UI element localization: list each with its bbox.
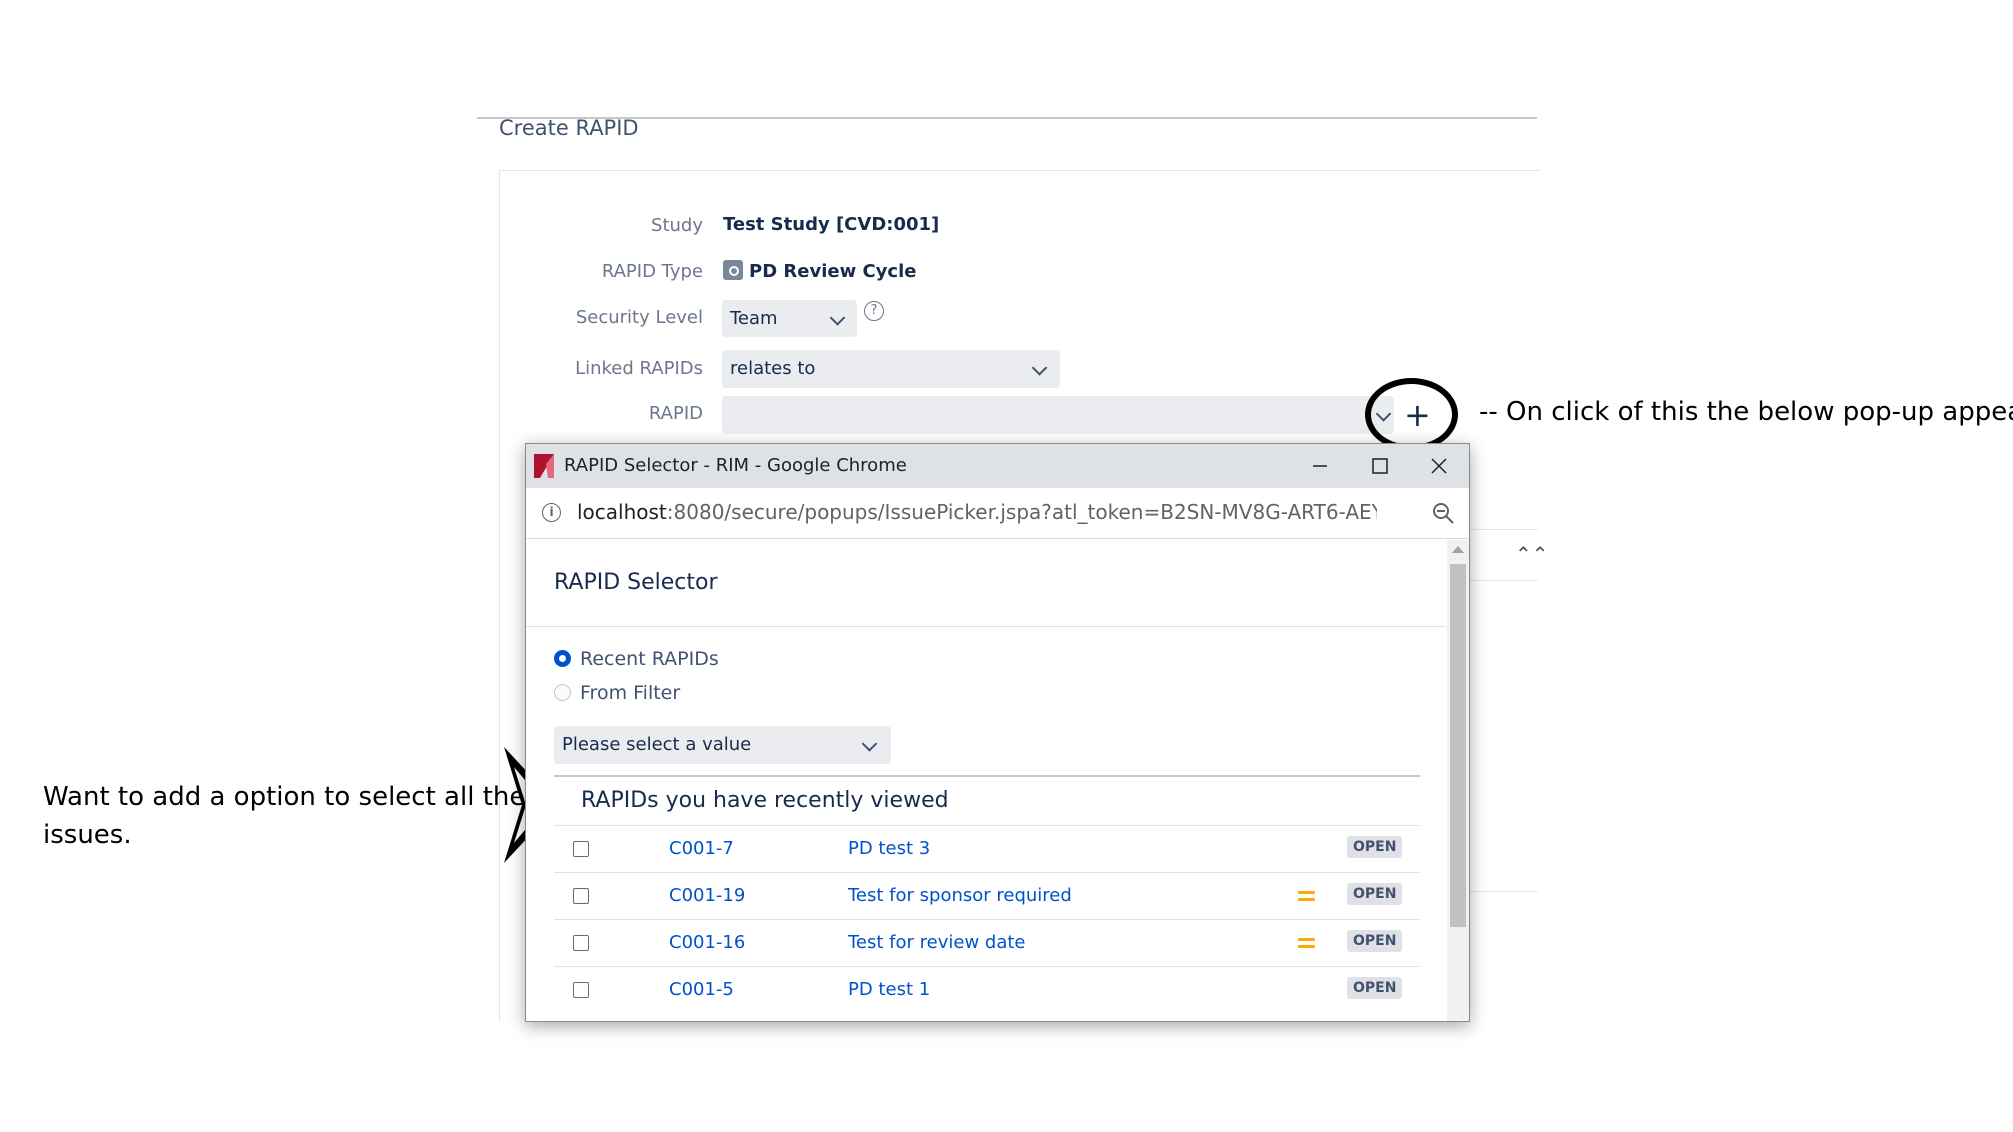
row-checkbox[interactable] bbox=[573, 888, 589, 904]
chevron-down-icon bbox=[1031, 360, 1048, 376]
row-checkbox[interactable] bbox=[573, 935, 589, 951]
table-row[interactable]: C001-19 Test for sponsor required OPEN bbox=[554, 872, 1420, 920]
pd-review-cycle-icon bbox=[723, 260, 743, 280]
minimize-icon bbox=[1313, 465, 1327, 467]
issue-summary-link[interactable]: PD test 3 bbox=[848, 838, 930, 859]
radio-recent-rapids[interactable]: Recent RAPIDs bbox=[554, 648, 719, 670]
radio-from-filter[interactable]: From Filter bbox=[554, 682, 680, 704]
status-badge: OPEN bbox=[1347, 836, 1403, 858]
address-bar[interactable]: i localhost:8080/secure/popups/IssuePick… bbox=[526, 488, 1469, 539]
linked-rapids-label: Linked RAPIDs bbox=[575, 358, 703, 379]
rapid-input[interactable] bbox=[722, 396, 1394, 434]
filter-select-value: Please select a value bbox=[562, 734, 752, 755]
close-icon bbox=[1431, 458, 1447, 474]
radio-selected-icon[interactable] bbox=[554, 650, 571, 667]
issue-key-link[interactable]: C001-16 bbox=[669, 932, 745, 953]
issue-key-link[interactable]: C001-7 bbox=[669, 838, 734, 859]
status-badge: OPEN bbox=[1347, 977, 1403, 999]
scrollbar-thumb[interactable] bbox=[1450, 564, 1466, 927]
scroll-up-icon[interactable] bbox=[1452, 546, 1464, 553]
study-label: Study bbox=[651, 215, 703, 236]
row-checkbox[interactable] bbox=[573, 982, 589, 998]
priority-medium-icon bbox=[1298, 891, 1315, 905]
recent-rapids-heading: RAPIDs you have recently viewed bbox=[581, 788, 949, 813]
security-level-select[interactable]: Team bbox=[722, 300, 857, 337]
issue-key-link[interactable]: C001-5 bbox=[669, 979, 734, 1000]
selector-title: RAPID Selector bbox=[554, 570, 718, 595]
zoom-out-icon[interactable] bbox=[1431, 501, 1455, 525]
issue-key-link[interactable]: C001-19 bbox=[669, 885, 745, 906]
filter-select[interactable]: Please select a value bbox=[554, 726, 891, 764]
selector-content: RAPID Selector Recent RAPIDs From Filter… bbox=[526, 540, 1446, 1021]
maximize-icon bbox=[1372, 458, 1388, 474]
section-divider bbox=[1468, 529, 1538, 530]
rapid-selector-window: RAPID Selector - RIM - Google Chrome i l… bbox=[525, 443, 1470, 1022]
maximize-button[interactable] bbox=[1349, 444, 1409, 488]
chevron-down-icon bbox=[861, 736, 878, 752]
issue-summary-link[interactable]: Test for sponsor required bbox=[848, 885, 1072, 906]
security-level-label: Security Level bbox=[575, 307, 703, 328]
radio-recent-label: Recent RAPIDs bbox=[580, 648, 719, 670]
app-logo-icon bbox=[534, 454, 554, 478]
page-title: Create RAPID bbox=[499, 116, 639, 140]
row-checkbox[interactable] bbox=[573, 841, 589, 857]
vertical-scrollbar[interactable] bbox=[1447, 540, 1469, 1021]
table-row[interactable]: C001-7 PD test 3 OPEN bbox=[554, 825, 1420, 873]
selector-divider bbox=[526, 626, 1446, 627]
url-text[interactable]: localhost:8080/secure/popups/IssuePicker… bbox=[577, 500, 1377, 524]
window-titlebar: RAPID Selector - RIM - Google Chrome bbox=[526, 444, 1469, 488]
linked-rapids-value: relates to bbox=[730, 358, 816, 379]
highlight-circle bbox=[1365, 378, 1458, 451]
minimize-button[interactable] bbox=[1289, 444, 1349, 488]
rapid-type-value: PD Review Cycle bbox=[723, 260, 916, 282]
close-button[interactable] bbox=[1409, 444, 1469, 488]
status-badge: OPEN bbox=[1347, 930, 1403, 952]
annotation-popup-note: -- On click of this the below pop-up app… bbox=[1479, 397, 2013, 427]
annotation-select-all-line2: issues. bbox=[43, 820, 132, 850]
priority-medium-icon bbox=[1298, 938, 1315, 952]
status-badge: OPEN bbox=[1347, 883, 1403, 905]
linked-rapids-select[interactable]: relates to bbox=[722, 350, 1060, 388]
radio-filter-label: From Filter bbox=[580, 682, 681, 704]
issue-summary-link[interactable]: Test for review date bbox=[848, 932, 1025, 953]
rapid-label: RAPID bbox=[648, 403, 703, 424]
info-icon[interactable]: i bbox=[542, 503, 561, 522]
table-row[interactable]: C001-5 PD test 1 OPEN bbox=[554, 966, 1420, 1014]
issue-summary-link[interactable]: PD test 1 bbox=[848, 979, 930, 1000]
radio-unselected-icon[interactable] bbox=[554, 684, 571, 701]
window-title: RAPID Selector - RIM - Google Chrome bbox=[564, 455, 907, 476]
table-header-divider bbox=[554, 775, 1420, 777]
section-divider bbox=[1468, 891, 1538, 892]
section-divider bbox=[1468, 580, 1538, 581]
chevron-down-icon bbox=[829, 309, 846, 326]
rapid-type-label: RAPID Type bbox=[601, 261, 703, 282]
collapse-icon[interactable]: ⌃⌃ bbox=[1515, 542, 1549, 566]
table-row[interactable]: C001-16 Test for review date OPEN bbox=[554, 919, 1420, 967]
security-level-value: Team bbox=[730, 308, 778, 329]
study-value: Test Study [CVD:001] bbox=[723, 214, 940, 235]
annotation-select-all-line1: Want to add a option to select all the bbox=[43, 782, 526, 812]
rapid-type-text: PD Review Cycle bbox=[749, 261, 917, 282]
help-icon[interactable]: ? bbox=[864, 301, 884, 321]
